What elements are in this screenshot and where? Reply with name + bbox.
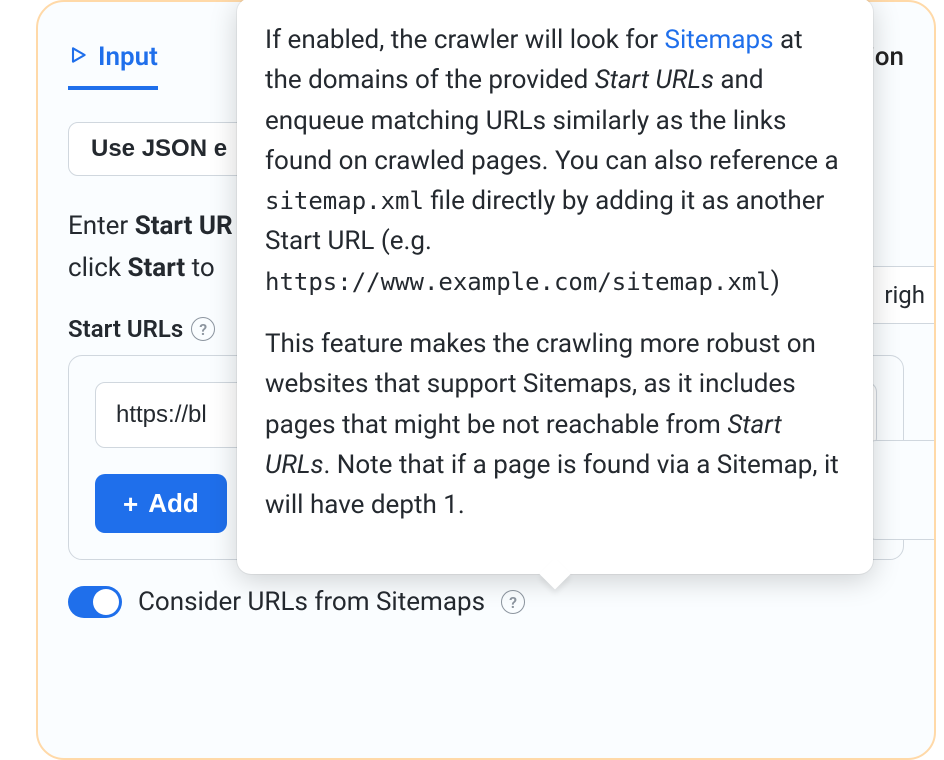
instruction-bold1: Start UR	[135, 211, 233, 241]
instruction-line2-prefix: click	[68, 253, 128, 283]
plus-icon: +	[123, 491, 138, 517]
toggle-knob	[93, 589, 119, 615]
use-json-label: Use JSON e	[91, 135, 227, 163]
tt-p1-a: If enabled, the crawler will look for	[265, 25, 665, 55]
add-button-label: Add	[148, 488, 199, 519]
tab-input-label: Input	[98, 42, 158, 72]
tt-p1-i1: Start URLs	[595, 65, 714, 95]
tab-input[interactable]: Input	[68, 42, 158, 90]
instruction-prefix: Enter	[68, 211, 135, 241]
start-urls-label-text: Start URLs	[68, 315, 183, 343]
right-chip-text: righ	[884, 281, 925, 309]
help-icon[interactable]: ?	[501, 590, 525, 614]
right-partial-box	[866, 440, 936, 540]
tt-p1-code1: sitemap.xml	[265, 187, 424, 215]
consider-sitemaps-toggle[interactable]	[68, 586, 122, 618]
consider-sitemaps-row: Consider URLs from Sitemaps ?	[68, 586, 904, 618]
use-json-editor-button[interactable]: Use JSON e	[68, 122, 250, 176]
tt-p1-e: )	[771, 267, 780, 297]
consider-sitemaps-label: Consider URLs from Sitemaps	[138, 587, 485, 617]
sitemaps-link[interactable]: Sitemaps	[665, 25, 774, 55]
help-icon[interactable]: ?	[191, 317, 215, 341]
sitemaps-tooltip: If enabled, the crawler will look for Si…	[237, 0, 873, 574]
add-url-button[interactable]: + Add	[95, 474, 227, 533]
right-partial-chip[interactable]: righ	[863, 266, 936, 324]
instruction-bold2: Start	[128, 253, 186, 283]
tt-p2-b: . Note that if a page is found via a Sit…	[265, 450, 839, 520]
tooltip-paragraph-2: This feature makes the crawling more rob…	[265, 324, 845, 525]
instruction-line2-suffix: to	[185, 253, 215, 283]
tooltip-paragraph-1: If enabled, the crawler will look for Si…	[265, 20, 845, 302]
play-icon	[68, 42, 88, 72]
tt-p1-code2: https://www.example.com/sitemap.xml	[265, 268, 771, 296]
